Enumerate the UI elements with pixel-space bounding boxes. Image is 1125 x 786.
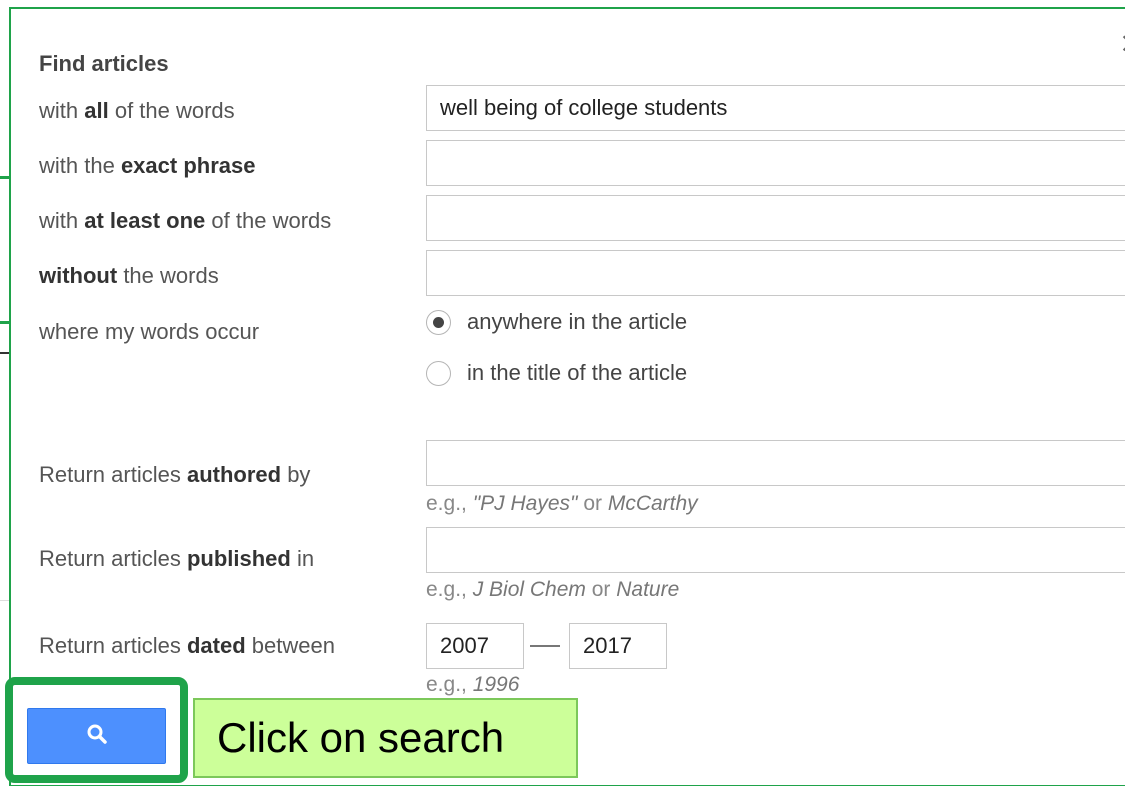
page: × Find articles with all of the words wi… <box>0 0 1125 786</box>
publication-label: Return articles published in <box>39 546 315 571</box>
search-button[interactable] <box>27 708 166 764</box>
instruction-callout: Click on search <box>193 698 578 778</box>
advanced-search-dialog: × Find articles with all of the words wi… <box>9 7 1125 786</box>
publication-input[interactable] <box>426 527 1125 573</box>
year-from-input[interactable] <box>426 623 524 669</box>
date-hint: e.g., 1996 <box>426 673 520 696</box>
radio-in-title[interactable]: in the title of the article <box>426 360 687 386</box>
radio-button-selected[interactable] <box>426 309 451 335</box>
exact-phrase-label: with the exact phrase <box>39 153 256 178</box>
at-least-one-label: with at least one of the words <box>39 208 332 233</box>
search-icon <box>85 722 109 751</box>
dialog-title: Find articles <box>39 51 169 76</box>
without-words-input[interactable] <box>426 250 1125 296</box>
all-words-label: with all of the words <box>39 98 235 123</box>
author-label: Return articles authored by <box>39 462 311 487</box>
all-words-input[interactable] <box>426 85 1125 131</box>
date-range-label: Return articles dated between <box>39 633 335 658</box>
at-least-one-input[interactable] <box>426 195 1125 241</box>
year-to-input[interactable] <box>569 623 667 669</box>
radio-button[interactable] <box>426 360 451 386</box>
radio-anywhere[interactable]: anywhere in the article <box>426 309 687 335</box>
publication-hint: e.g., J Biol Chem or Nature <box>426 578 680 601</box>
author-input[interactable] <box>426 440 1125 486</box>
radio-dot <box>433 316 444 328</box>
radio-in-title-label: in the title of the article <box>467 360 688 385</box>
radio-anywhere-label: anywhere in the article <box>467 309 688 334</box>
without-words-label: without the words <box>39 263 219 288</box>
word-occurrence-label: where my words occur <box>39 319 260 344</box>
close-icon[interactable]: × <box>1119 29 1125 57</box>
exact-phrase-input[interactable] <box>426 140 1125 186</box>
date-range-dash <box>530 645 560 647</box>
author-hint: e.g., "PJ Hayes" or McCarthy <box>426 492 698 515</box>
